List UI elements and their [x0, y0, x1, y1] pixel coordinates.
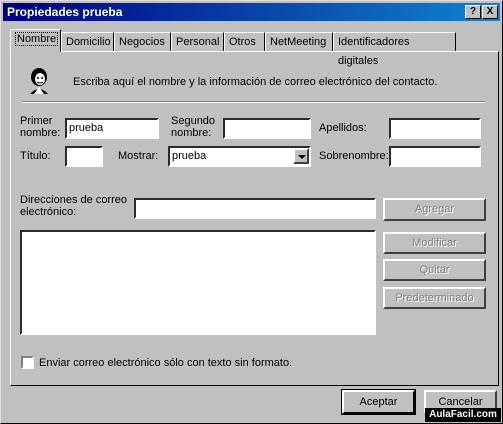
display-label: Mostrar:	[118, 150, 159, 162]
display-select-value: prueba	[172, 150, 207, 162]
close-button[interactable]: X	[482, 5, 498, 19]
lastname-field[interactable]	[389, 118, 481, 139]
title-label: Título:	[20, 150, 51, 162]
display-select[interactable]: prueba	[168, 146, 311, 167]
email-label-line1: Direcciones de correo	[20, 194, 127, 206]
first-name-label-line2: nombre:	[20, 127, 61, 139]
remove-button[interactable]: Quitar	[383, 259, 486, 281]
lastname-label: Apellidos:	[319, 122, 367, 134]
title-field[interactable]	[65, 146, 103, 167]
second-name-label-line2: nombre:	[171, 127, 212, 139]
first-name-label-line1: Primer	[20, 115, 53, 127]
tab-otros[interactable]: Otros	[224, 32, 265, 51]
nickname-field[interactable]	[389, 146, 481, 167]
add-button[interactable]: Agregar	[383, 198, 486, 221]
separator	[22, 101, 485, 103]
tab-netmeeting[interactable]: NetMeeting	[265, 32, 333, 51]
title-bar: Propiedades prueba ? X	[3, 3, 500, 21]
tab-domicilio[interactable]: Domicilio	[61, 32, 114, 51]
chevron-down-icon[interactable]	[293, 148, 309, 164]
help-button[interactable]: ?	[465, 5, 481, 19]
tab-personal[interactable]: Personal	[171, 32, 224, 51]
email-input[interactable]	[134, 198, 376, 219]
tab-negocios[interactable]: Negocios	[114, 32, 171, 51]
tab-identificadores[interactable]: Identificadores digitales	[333, 32, 456, 67]
plain-text-label: Enviar correo electrónico sólo con texto…	[39, 357, 293, 369]
watermark-logo: AulaFacil.com	[425, 408, 501, 422]
properties-dialog: Propiedades prueba ? X Nombre Domicilio …	[0, 0, 503, 424]
tab-nombre[interactable]: Nombre	[10, 29, 61, 52]
second-name-label-line1: Segundo	[171, 115, 216, 127]
first-name-field[interactable]: prueba	[65, 118, 159, 139]
intro-text: Escriba aquí el nombre y la información …	[73, 76, 438, 88]
email-list[interactable]	[20, 230, 376, 335]
contact-icon	[30, 68, 48, 94]
nickname-label: Sobrenombre:	[319, 150, 389, 162]
plain-text-checkbox[interactable]	[21, 356, 34, 369]
second-name-field[interactable]	[223, 118, 311, 139]
default-button[interactable]: Predeterminado	[383, 287, 486, 309]
modify-button[interactable]: Modificar	[383, 232, 486, 254]
tab-panel-nombre: Escriba aquí el nombre y la información …	[10, 51, 499, 386]
ok-button[interactable]: Aceptar	[341, 389, 416, 415]
email-label-line2: electrónico:	[20, 206, 77, 218]
window-title: Propiedades prueba	[7, 5, 123, 19]
